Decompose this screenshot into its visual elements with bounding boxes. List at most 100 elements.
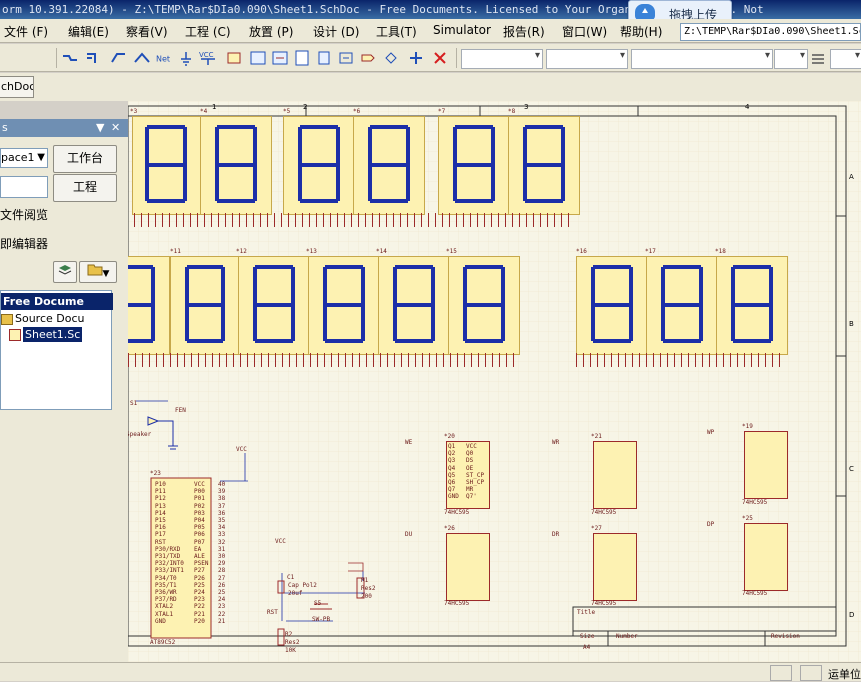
shift-register-u19[interactable] [744, 431, 788, 499]
menu-simulator[interactable]: Simulator [433, 23, 491, 37]
compile-mask-icon[interactable] [408, 50, 424, 66]
seven-seg-display[interactable] [378, 256, 450, 355]
mcu-right-pin-numbers: 40 39 38 37 36 35 34 33 32 31 30 29 28 27 26 25 24 23 22 21 [218, 481, 225, 625]
seven-seg-display[interactable] [132, 116, 202, 215]
menu-project[interactable]: 工程 (C) [185, 23, 231, 40]
vcc-port-icon[interactable]: VCC [198, 50, 220, 66]
workspace-select[interactable]: pace1 ▼ [0, 148, 48, 168]
shift-register-u25[interactable] [744, 523, 788, 591]
combo-3[interactable] [631, 49, 773, 69]
port-icon[interactable] [360, 50, 376, 66]
tree-folder-source[interactable]: Source Docu [1, 310, 111, 327]
seven-seg-display[interactable] [716, 256, 788, 355]
document-tab-sheet1[interactable]: chDoc [0, 76, 34, 98]
status-right-text: 运单位 [828, 668, 861, 681]
ruler-top-1: 1 [212, 103, 217, 111]
ic-pin: Q3 [448, 457, 456, 465]
shift-register-u27[interactable] [593, 533, 637, 601]
schematic-canvas[interactable]: 1 2 3 4 A B C D *2 *3 *4 *5 *6 *7 *8 *11… [128, 101, 861, 663]
shift-register-u21[interactable] [593, 441, 637, 509]
project-field[interactable] [0, 176, 48, 198]
sheet-symbol-icon[interactable] [250, 50, 266, 66]
ruler-right-d: D [849, 611, 855, 619]
seven-seg-display[interactable] [508, 116, 580, 215]
net-prefix-du: DU [405, 531, 413, 538]
menu-help[interactable]: 帮助(H) [620, 23, 662, 40]
tree-file-label: Sheet1.Sc [23, 327, 83, 342]
combo-1[interactable] [461, 49, 543, 69]
seven-seg-display[interactable] [283, 116, 355, 215]
off-sheet-connector-icon[interactable] [384, 50, 400, 66]
seven-seg-display[interactable] [170, 256, 240, 355]
tree-root-free-documents[interactable]: Free Docume [1, 293, 113, 310]
schematic-file-icon [9, 329, 21, 341]
seven-seg-display[interactable] [438, 116, 510, 215]
seven-seg-display[interactable] [308, 256, 380, 355]
workspace-button[interactable]: 工作台 [53, 145, 117, 173]
panel-folder-button[interactable]: ▼ [79, 261, 117, 283]
speaker-type: Speaker [128, 431, 152, 438]
combo-4[interactable] [774, 49, 808, 69]
align-icon[interactable] [810, 50, 826, 66]
panel-tool-button[interactable] [53, 261, 77, 283]
combo-2[interactable] [546, 49, 628, 69]
mcu-pin-number: 22 [218, 610, 226, 618]
seven-seg-display[interactable] [353, 116, 425, 215]
switch-designator: S5 [314, 600, 322, 607]
seven-seg-display[interactable] [576, 256, 648, 355]
mcu-pin-number: 40 [218, 481, 226, 488]
wire-icon[interactable] [62, 50, 78, 66]
harness-connector-icon[interactable] [316, 50, 332, 66]
menu-tools[interactable]: 工具(T) [376, 23, 417, 40]
seven-seg-digit-icon [731, 265, 773, 343]
menu-window[interactable]: 窗口(W) [562, 23, 607, 40]
net-label-icon[interactable]: Net [156, 50, 172, 66]
device-sheet-icon[interactable] [294, 50, 310, 66]
menu-reports[interactable]: 报告(R) [503, 23, 545, 40]
mcu-pin: P35/T1 [155, 581, 177, 589]
ruler-right-a: A [849, 173, 854, 181]
rst-net-label: RST [267, 609, 278, 616]
mcu-right-pins: VCC P00 P01 P02 P03 P04 P05 P06 P07 EA ALE PSEN P27 P… [194, 481, 208, 625]
bus-icon[interactable] [86, 50, 102, 66]
shift-register-u26[interactable] [446, 533, 490, 601]
panel-menu-icon[interactable]: ▼ [96, 119, 104, 137]
part-icon[interactable] [226, 50, 242, 66]
seven-seg-display[interactable] [646, 256, 718, 355]
menu-design[interactable]: 设计 (D) [313, 23, 359, 40]
mcu-pin: EA [194, 545, 202, 553]
mcu-left-pins: P10 P11 P12 P13 P14 P15 P16 P17 RST P30/RXD P31/TX… [155, 481, 184, 625]
mcu-pin-number: 38 [218, 495, 226, 503]
combo-5[interactable] [830, 49, 861, 69]
mcu-pin-number: 23 [218, 603, 226, 611]
no-erc-icon[interactable] [432, 50, 448, 66]
seven-seg-display[interactable] [200, 116, 272, 215]
ic-part: 74HC595 [444, 509, 470, 516]
tree-file-sheet1[interactable]: Sheet1.Sc [9, 326, 111, 343]
ic-pin: Q1 [448, 443, 456, 450]
menu-place[interactable]: 放置 (P) [249, 23, 293, 40]
signal-harness-icon[interactable] [134, 50, 150, 66]
sheet-entry-icon[interactable] [272, 50, 288, 66]
gnd-port-icon[interactable] [178, 50, 194, 66]
menu-view[interactable]: 察看(V) [126, 23, 168, 40]
menu-edit[interactable]: 编辑(E) [68, 23, 109, 40]
seven-seg-display[interactable] [238, 256, 310, 355]
mcu-pin: P30/RXD [155, 545, 181, 553]
harness-entry-icon[interactable] [338, 50, 354, 66]
designator-ds16: *16 [576, 248, 587, 255]
radio-file-view[interactable]: 文件阅览 [0, 206, 48, 223]
seven-seg-display[interactable] [128, 256, 170, 355]
radio-editor-view[interactable]: 即编辑器 [0, 235, 48, 252]
menu-file[interactable]: 文件 (F) [4, 23, 48, 40]
bus-entry-icon[interactable] [110, 50, 126, 66]
mcu-pin: P24 [194, 589, 205, 597]
panel-close-icon[interactable]: ✕ [111, 119, 120, 137]
document-path-field[interactable]: Z:\TEMP\Rar$DIa0.090\Sheet1.Sc [680, 23, 861, 41]
folder-icon [87, 264, 103, 276]
seven-seg-display[interactable] [448, 256, 520, 355]
seven-seg-digit-icon [463, 265, 505, 343]
project-button[interactable]: 工程 [53, 174, 117, 202]
seven-seg-digit-icon [323, 265, 365, 343]
cap-value: 20uf [288, 590, 303, 597]
